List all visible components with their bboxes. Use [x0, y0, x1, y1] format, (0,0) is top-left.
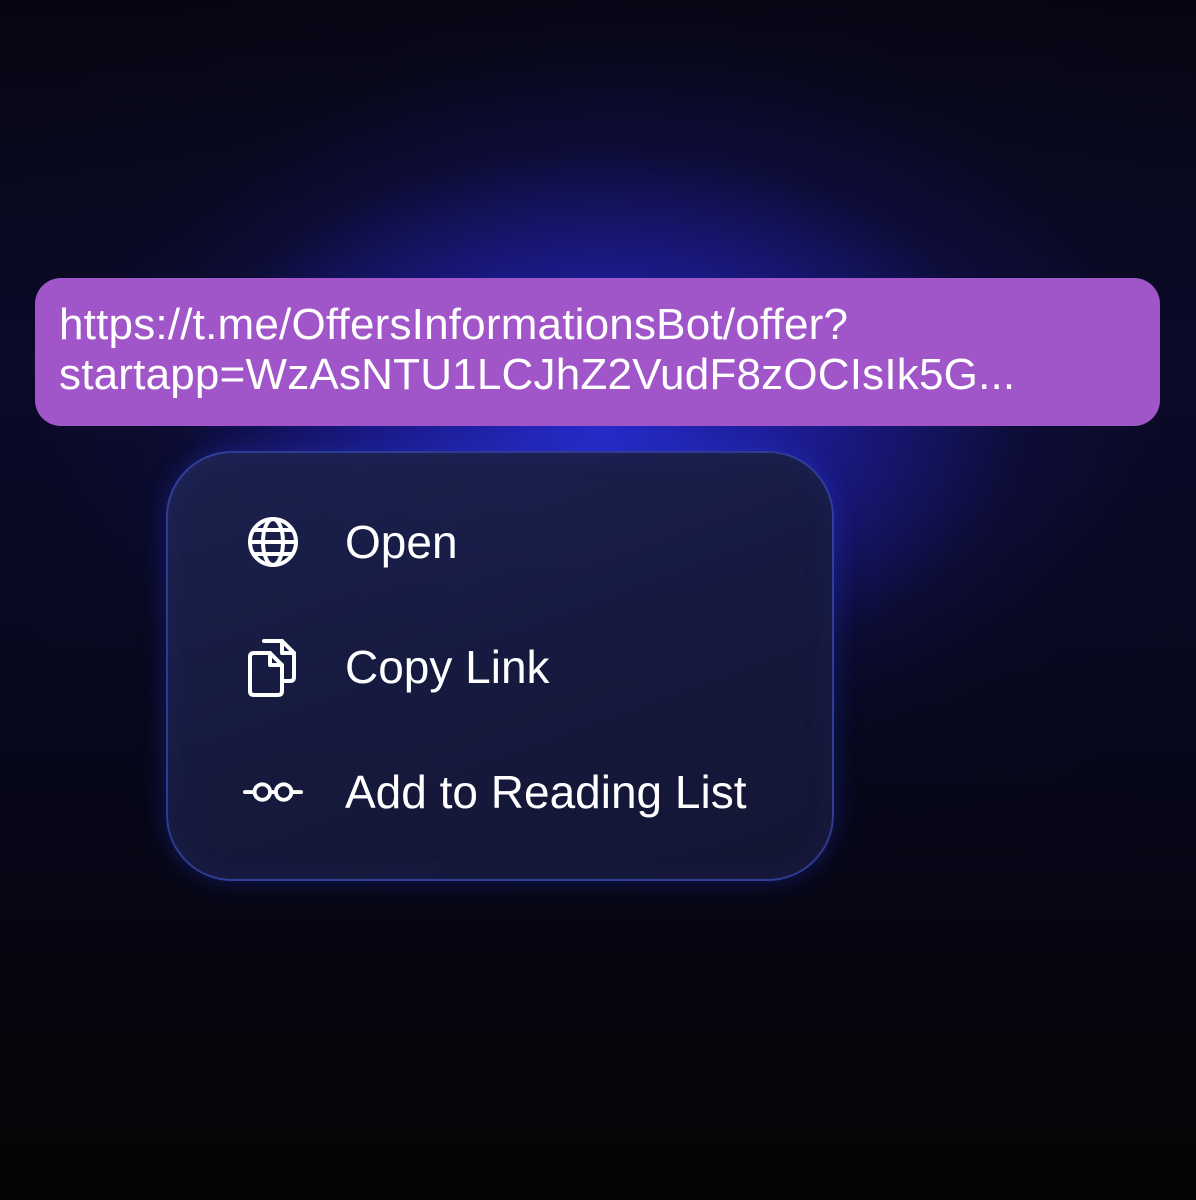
- menu-item-copy-link[interactable]: Copy Link: [168, 622, 832, 712]
- menu-item-add-to-reading-list[interactable]: Add to Reading List: [168, 747, 832, 837]
- menu-item-label: Add to Reading List: [345, 766, 747, 818]
- menu-item-label: Copy Link: [345, 641, 550, 693]
- glasses-icon: [242, 761, 304, 823]
- link-text-line-1: https://t.me/OffersInformationsBot/offer…: [59, 300, 849, 349]
- copy-icon: [242, 636, 304, 698]
- link-text-line-2: startapp=WzAsNTU1LCJhZ2VudF8zOCIsIk5G...: [59, 350, 1016, 399]
- link-message-bubble[interactable]: https://t.me/OffersInformationsBot/offer…: [35, 278, 1160, 426]
- context-menu: Open Copy Link Add to Reading List: [166, 451, 834, 881]
- menu-item-open[interactable]: Open: [168, 497, 832, 587]
- globe-icon: [242, 511, 304, 573]
- menu-item-label: Open: [345, 516, 458, 568]
